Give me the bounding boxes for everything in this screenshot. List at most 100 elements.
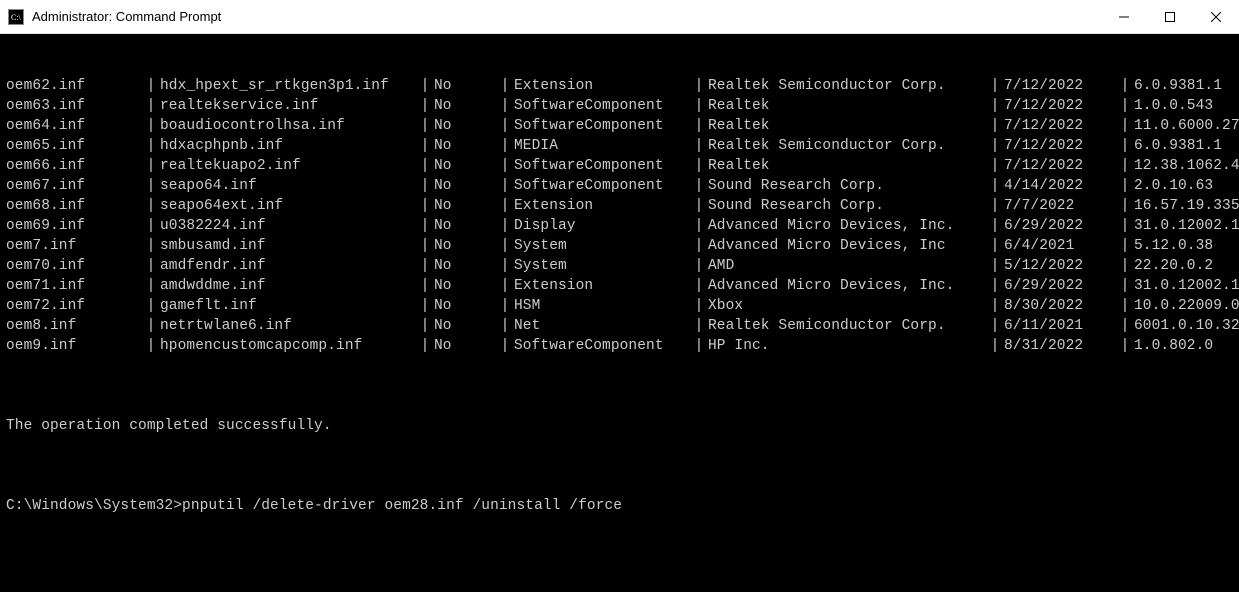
col-class: HSM — [514, 296, 690, 316]
col-date: 7/7/2022 — [1004, 196, 1116, 216]
col-date: 7/12/2022 — [1004, 116, 1116, 136]
col-original-name: gameflt.inf — [160, 296, 416, 316]
col-version: 31.0.12002.1002 — [1134, 276, 1239, 296]
col-inbox: No — [434, 116, 496, 136]
col-version: 11.0.6000.275 — [1134, 116, 1239, 136]
col-provider: Realtek — [708, 116, 986, 136]
terminal-viewport[interactable]: oem62.inf|hdx_hpext_sr_rtkgen3p1.inf|No|… — [0, 34, 1239, 592]
minimize-button[interactable] — [1101, 0, 1147, 33]
col-class: SoftwareComponent — [514, 336, 690, 356]
col-date: 6/11/2021 — [1004, 316, 1116, 336]
maximize-icon — [1165, 12, 1175, 22]
col-original-name: u0382224.inf — [160, 216, 416, 236]
close-icon — [1211, 12, 1221, 22]
col-provider: Realtek Semiconductor Corp. — [708, 136, 986, 156]
col-inbox: No — [434, 156, 496, 176]
col-version: 1.0.802.0 — [1134, 336, 1239, 356]
col-provider: Advanced Micro Devices, Inc. — [708, 276, 986, 296]
cmd-icon: C:\ — [8, 9, 24, 25]
col-original-name: netrtwlane6.inf — [160, 316, 416, 336]
titlebar[interactable]: C:\ Administrator: Command Prompt — [0, 0, 1239, 34]
col-published-name: oem63.inf — [6, 96, 142, 116]
col-version: 31.0.12002.1002 — [1134, 216, 1239, 236]
col-provider: Realtek — [708, 96, 986, 116]
col-date: 4/14/2022 — [1004, 176, 1116, 196]
col-original-name: realtekuapo2.inf — [160, 156, 416, 176]
col-provider: Xbox — [708, 296, 986, 316]
minimize-icon — [1119, 12, 1129, 22]
col-published-name: oem65.inf — [6, 136, 142, 156]
col-provider: Realtek — [708, 156, 986, 176]
col-date: 8/30/2022 — [1004, 296, 1116, 316]
col-class: System — [514, 256, 690, 276]
table-row: oem8.inf|netrtwlane6.inf|No|Net|Realtek … — [6, 316, 1239, 336]
col-date: 6/29/2022 — [1004, 216, 1116, 236]
table-row: oem9.inf|hpomencustomcapcomp.inf|No|Soft… — [6, 336, 1239, 356]
col-inbox: No — [434, 336, 496, 356]
col-date: 5/12/2022 — [1004, 256, 1116, 276]
table-row: oem66.inf|realtekuapo2.inf|No|SoftwareCo… — [6, 156, 1239, 176]
col-class: Extension — [514, 196, 690, 216]
col-date: 7/12/2022 — [1004, 96, 1116, 116]
col-class: Extension — [514, 276, 690, 296]
col-inbox: No — [434, 256, 496, 276]
status-line: The operation completed successfully. — [6, 416, 1239, 436]
col-date: 7/12/2022 — [1004, 76, 1116, 96]
col-original-name: hpomencustomcapcomp.inf — [160, 336, 416, 356]
col-class: SoftwareComponent — [514, 96, 690, 116]
col-class: Extension — [514, 76, 690, 96]
window-controls — [1101, 0, 1239, 33]
command-text: pnputil /delete-driver oem28.inf /uninst… — [182, 498, 622, 514]
col-version: 22.20.0.2 — [1134, 256, 1239, 276]
col-published-name: oem9.inf — [6, 336, 142, 356]
close-button[interactable] — [1193, 0, 1239, 33]
col-published-name: oem71.inf — [6, 276, 142, 296]
col-class: SoftwareComponent — [514, 116, 690, 136]
col-version: 2.0.10.63 — [1134, 176, 1239, 196]
table-row: oem70.inf|amdfendr.inf|No|System|AMD|5/1… — [6, 256, 1239, 276]
col-provider: Realtek Semiconductor Corp. — [708, 316, 986, 336]
command-prompt-window: C:\ Administrator: Command Prompt oem62.… — [0, 0, 1239, 592]
col-version: 1.0.0.543 — [1134, 96, 1239, 116]
col-inbox: No — [434, 136, 496, 156]
svg-text:C:\: C:\ — [11, 13, 22, 22]
maximize-button[interactable] — [1147, 0, 1193, 33]
col-published-name: oem69.inf — [6, 216, 142, 236]
table-row: oem71.inf|amdwddme.inf|No|Extension|Adva… — [6, 276, 1239, 296]
col-published-name: oem62.inf — [6, 76, 142, 96]
col-version: 10.0.22009.0 — [1134, 296, 1239, 316]
col-inbox: No — [434, 296, 496, 316]
col-provider: Sound Research Corp. — [708, 196, 986, 216]
col-version: 12.38.1062.41 — [1134, 156, 1239, 176]
col-published-name: oem64.inf — [6, 116, 142, 136]
table-row: oem7.inf|smbusamd.inf|No|System|Advanced… — [6, 236, 1239, 256]
window-title: Administrator: Command Prompt — [32, 9, 1101, 24]
col-inbox: No — [434, 176, 496, 196]
table-row: oem67.inf|seapo64.inf|No|SoftwareCompone… — [6, 176, 1239, 196]
col-inbox: No — [434, 76, 496, 96]
prompt-path: C:\Windows\System32> — [6, 498, 182, 514]
col-inbox: No — [434, 96, 496, 116]
col-original-name: realtekservice.inf — [160, 96, 416, 116]
prompt-line: C:\Windows\System32>pnputil /delete-driv… — [6, 496, 1239, 516]
table-row: oem63.inf|realtekservice.inf|No|Software… — [6, 96, 1239, 116]
table-row: oem65.inf|hdxacphpnb.inf|No|MEDIA|Realte… — [6, 136, 1239, 156]
col-original-name: amdfendr.inf — [160, 256, 416, 276]
col-date: 6/29/2022 — [1004, 276, 1116, 296]
driver-table: oem62.inf|hdx_hpext_sr_rtkgen3p1.inf|No|… — [6, 76, 1239, 356]
table-row: oem64.inf|boaudiocontrolhsa.inf|No|Softw… — [6, 116, 1239, 136]
col-provider: Advanced Micro Devices, Inc — [708, 236, 986, 256]
col-version: 16.57.19.3353 — [1134, 196, 1239, 216]
col-date: 8/31/2022 — [1004, 336, 1116, 356]
col-original-name: hdx_hpext_sr_rtkgen3p1.inf — [160, 76, 416, 96]
col-version: 6.0.9381.1 — [1134, 136, 1239, 156]
col-original-name: seapo64ext.inf — [160, 196, 416, 216]
col-class: Display — [514, 216, 690, 236]
table-row: oem68.inf|seapo64ext.inf|No|Extension|So… — [6, 196, 1239, 216]
col-published-name: oem67.inf — [6, 176, 142, 196]
col-date: 7/12/2022 — [1004, 136, 1116, 156]
col-inbox: No — [434, 216, 496, 236]
col-provider: HP Inc. — [708, 336, 986, 356]
col-class: Net — [514, 316, 690, 336]
col-original-name: smbusamd.inf — [160, 236, 416, 256]
